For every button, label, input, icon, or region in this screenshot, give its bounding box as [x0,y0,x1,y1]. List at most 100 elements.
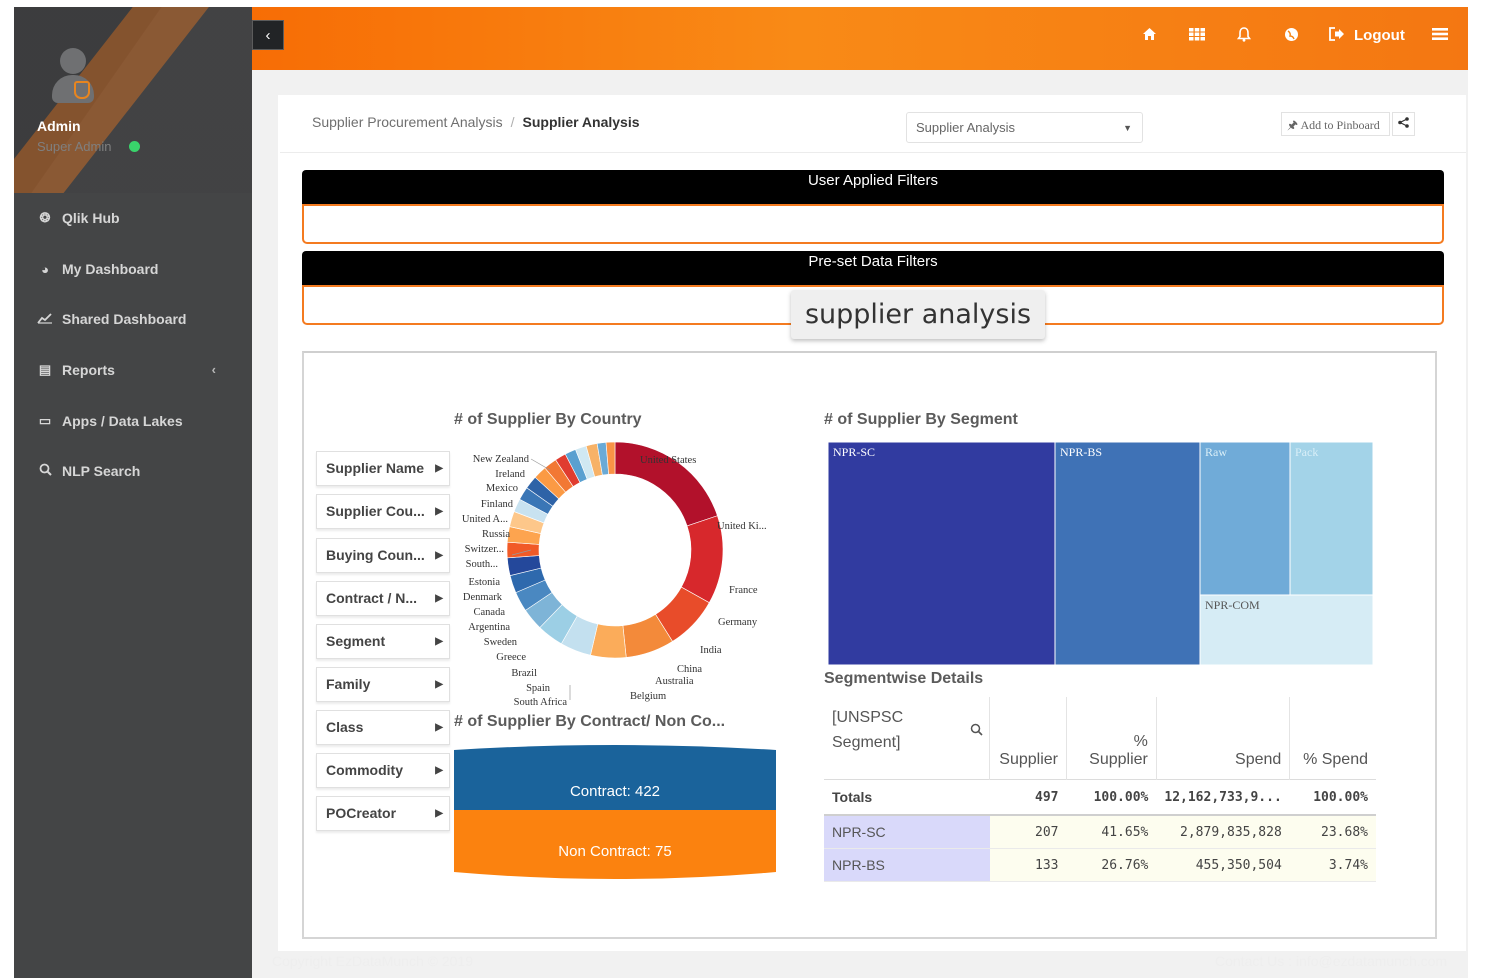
donut-label: United Ki... [717,521,767,532]
user-role: Super Admin [37,139,112,154]
home-icon[interactable] [1142,27,1157,46]
share-button[interactable] [1392,112,1415,136]
treemap-tile-raw[interactable] [1199,442,1291,596]
shield-badge-icon [74,81,90,99]
listbox-pocreator[interactable]: POCreator ▶ [316,796,450,831]
header-pct-supplier[interactable]: % Supplier [1066,697,1157,780]
country-donut-chart[interactable]: New Zealand Ireland Mexico Finland United A.… [440,440,790,720]
listbox-label: Segment [326,633,386,649]
listbox-label: Class [326,719,364,735]
sidebar-item-label: Apps / Data Lakes [62,413,183,429]
table-row[interactable]: NPR-BS 133 26.76% 455,350,504 3.74% [824,848,1376,882]
listbox-label: Contract / N... [326,590,418,606]
table-totals-row: Totals 497 100.00% 12,162,733,9... 100.0… [824,779,1376,816]
sidebar-item-label: My Dashboard [62,261,159,277]
donut-label: Spain [526,683,551,694]
donut-label: Sweden [484,637,518,648]
treemap-label: Pack [1295,445,1318,459]
search-icon[interactable] [970,719,983,744]
table-cell: 3.74% [1289,848,1376,882]
sidebar-item-apps-data-lakes[interactable]: ▭ Apps / Data Lakes [36,409,183,433]
header-segment[interactable]: [UNSPSC Segment] [824,697,991,780]
sidebar-item-shared-dashboard[interactable]: Shared Dashboard [36,307,186,331]
treemap-label: NPR-COM [1205,598,1260,612]
online-status-icon [129,141,140,152]
search-icon [36,463,54,479]
listbox-label: Family [326,676,371,692]
table-cell: 207 [989,815,1067,849]
donut-label: France [729,585,758,596]
donut-label: United States [640,455,696,466]
sidebar-item-qlik-hub[interactable]: ❂ Qlik Hub [36,206,120,230]
sheet-select[interactable]: Supplier Analysis ▼ [906,112,1143,143]
donut-label: New Zealand [473,454,530,465]
pin-icon: 🖈 [1287,118,1299,132]
bell-icon[interactable] [1236,27,1252,47]
contract-chart-title: # of Supplier By Contract/ Non Co... [454,713,726,730]
donut-label: Denmark [463,592,503,603]
table-row[interactable]: NPR-SC 207 41.65% 2,879,835,828 23.68% [824,815,1376,849]
listbox-buying-coun[interactable]: Buying Coun... ▶ [316,538,450,573]
add-to-pinboard-button[interactable]: 🖈 Add to Pinboard [1281,112,1390,136]
sidebar-item-nlp-search[interactable]: NLP Search [36,459,140,483]
listbox-commodity[interactable]: Commodity ▶ [316,753,450,788]
totals-cell: 100.00% [1066,779,1157,816]
donut-label: South... [466,559,498,570]
totals-cell: 12,162,733,9... [1156,779,1290,816]
table-cell: 41.65% [1066,815,1157,849]
segmentwise-details-table: [UNSPSC Segment] Supplier % Supplier Spe… [824,697,1376,882]
table-cell: 2,879,835,828 [1156,815,1290,849]
header-pct-spend[interactable]: % Spend [1290,697,1376,780]
table-cell: 23.68% [1289,815,1376,849]
totals-cell: 100.00% [1289,779,1376,816]
contact-text: Contact Us : info@ezdatamunch.com [1215,953,1448,969]
treemap-tile-npr-bs[interactable] [1054,442,1201,665]
listbox-family[interactable]: Family ▶ [316,667,450,702]
listbox-segment[interactable]: Segment ▶ [316,624,450,659]
header-spend[interactable]: Spend [1156,697,1291,780]
donut-label: Ireland [495,469,525,480]
sidebar: Admin Super Admin ❂ Qlik Hub ◕ My Dashbo… [14,7,252,978]
logout-link[interactable]: Logout [1354,27,1405,44]
treemap-tile-pack[interactable] [1289,442,1373,596]
table-cell: 455,350,504 [1156,848,1290,882]
donut-label: Canada [474,607,506,618]
donut-label: Germany [718,617,758,628]
totals-label: Totals [824,779,990,816]
donut-label: India [700,645,722,656]
sidebar-item-my-dashboard[interactable]: ◕ My Dashboard [36,257,158,281]
table-cell: NPR-BS [824,848,990,882]
donut-label: Brazil [511,668,537,679]
user-name: Admin [37,118,81,134]
logout-icon[interactable] [1329,27,1345,46]
header-supplier[interactable]: Supplier [989,697,1067,780]
donut-label: Mexico [486,483,518,494]
donut-label: Russia [482,529,510,540]
sidebar-collapse-button[interactable]: ‹ [252,20,284,50]
treemap-tile-npr-sc[interactable] [828,442,1056,665]
segmentwise-details-title: Segmentwise Details [824,670,984,687]
donut-label: Switzer... [465,544,504,555]
listbox-supplier-cou[interactable]: Supplier Cou... ▶ [316,494,450,529]
grid-icon[interactable] [1189,27,1205,46]
segment-treemap-chart[interactable]: NPR-SC NPR-BS Raw Pack NPR-COM [828,442,1373,665]
table-header-row: [UNSPSC Segment] Supplier % Supplier Spe… [824,697,1376,780]
contract-funnel-chart[interactable]: Contract: 422 Non Contract: 75 [454,744,776,884]
caret-right-icon: ▶ [435,765,443,776]
listbox-contract-n[interactable]: Contract / N... ▶ [316,581,450,616]
donut-label: South Africa [514,697,568,708]
listbox-supplier-name[interactable]: Supplier Name ▶ [316,451,450,486]
globe-icon[interactable] [1284,27,1299,47]
donut-label: Estonia [469,577,501,588]
donut-slice[interactable] [506,541,540,559]
preset-data-filters-header: Pre-set Data Filters [302,251,1444,285]
menu-icon[interactable] [1432,27,1448,46]
contract-band[interactable] [454,745,776,810]
sidebar-item-label: Qlik Hub [62,210,120,226]
breadcrumb-parent[interactable]: Supplier Procurement Analysis [312,114,503,130]
sidebar-item-label: NLP Search [62,463,141,479]
listbox-class[interactable]: Class ▶ [316,710,450,745]
treemap-label: NPR-SC [833,445,875,459]
listbox-label: Commodity [326,762,403,778]
sidebar-item-reports[interactable]: ▤ Reports ‹ [36,358,236,382]
